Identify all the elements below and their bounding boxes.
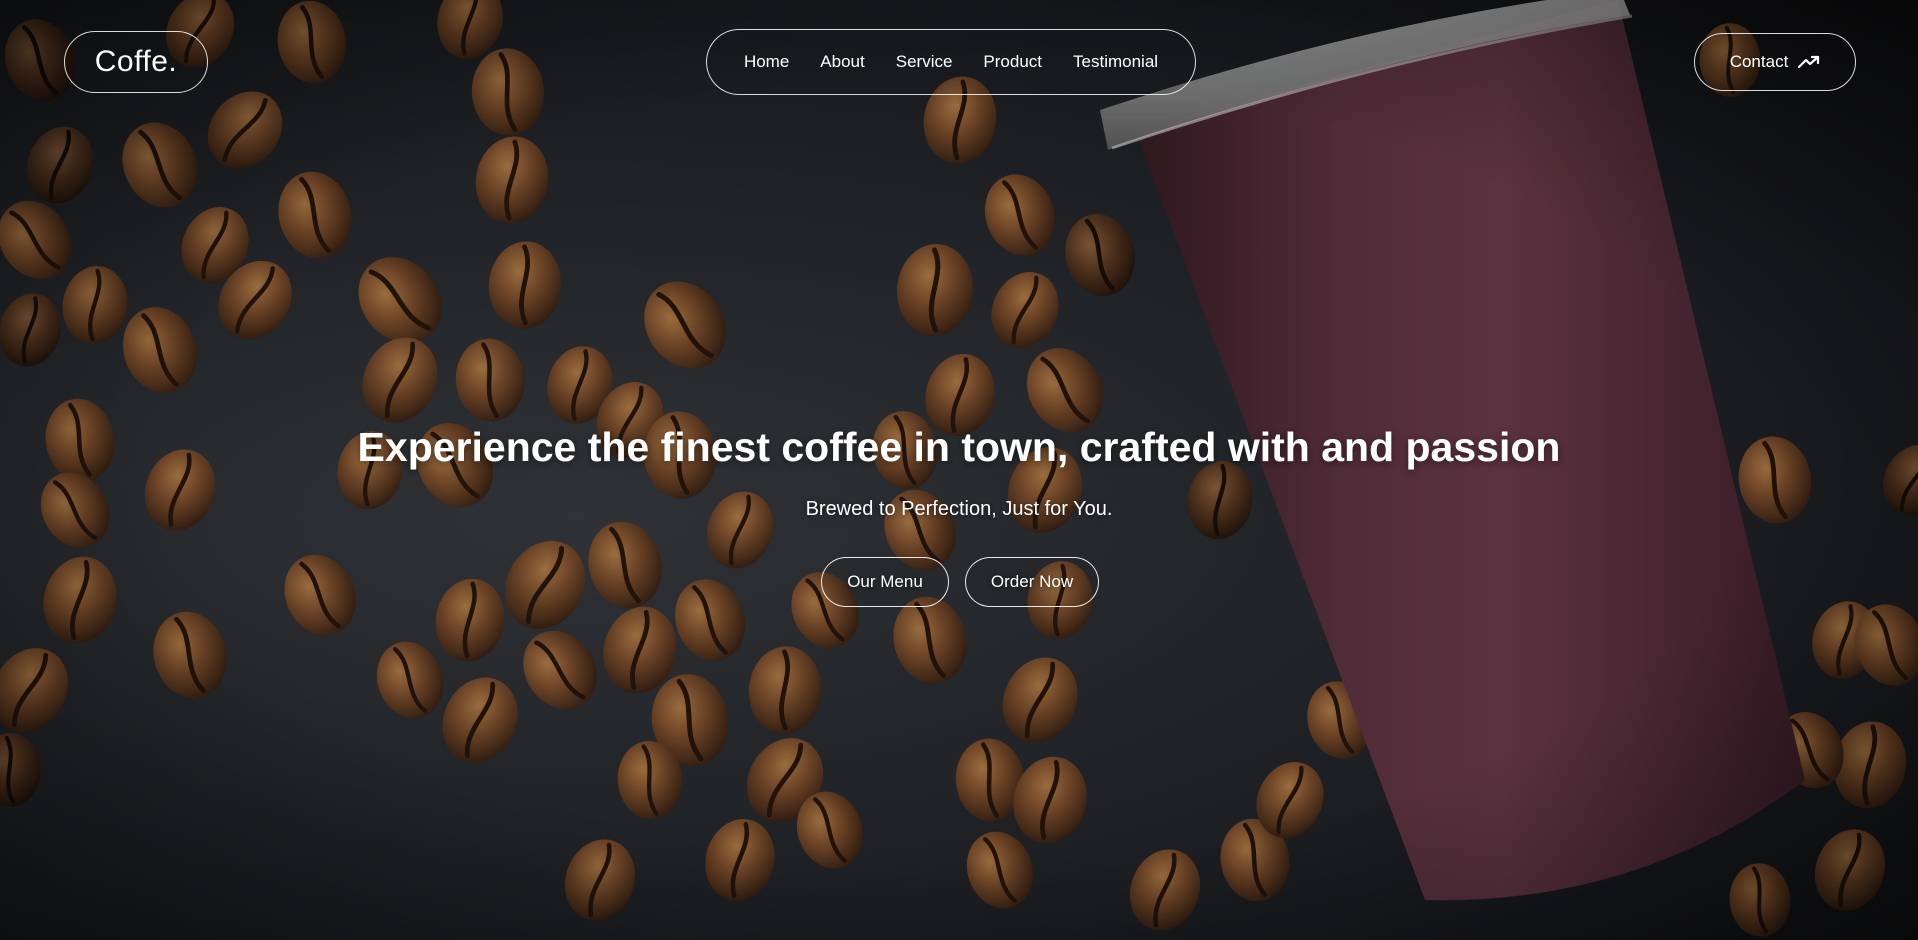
order-now-button[interactable]: Order Now <box>965 557 1099 607</box>
nav-item-service[interactable]: Service <box>880 52 968 72</box>
hero-headline: Experience the finest coffee in town, cr… <box>357 424 1561 470</box>
trending-up-icon <box>1798 55 1820 69</box>
brand-logo-text: Coffe. <box>94 45 178 78</box>
nav-item-testimonial[interactable]: Testimonial <box>1058 52 1174 72</box>
hero-subtitle: Brewed to Perfection, Just for You. <box>805 498 1113 520</box>
nav-item-home[interactable]: Home <box>728 52 804 72</box>
order-now-button-label: Order Now <box>990 572 1074 591</box>
our-menu-button-label: Our Menu <box>847 572 923 591</box>
nav-item-product[interactable]: Product <box>968 52 1058 72</box>
our-menu-button[interactable]: Our Menu <box>821 557 949 607</box>
brand-logo[interactable]: Coffe. <box>64 31 208 93</box>
contact-button-label: Contact <box>1729 52 1789 71</box>
nav-item-about[interactable]: About <box>805 52 880 72</box>
main-navigation: Home About Service Product Testimonial <box>706 29 1196 95</box>
contact-button[interactable]: Contact <box>1694 33 1856 91</box>
hero-section: Coffe. Home About Service Product Testim… <box>0 0 1918 940</box>
